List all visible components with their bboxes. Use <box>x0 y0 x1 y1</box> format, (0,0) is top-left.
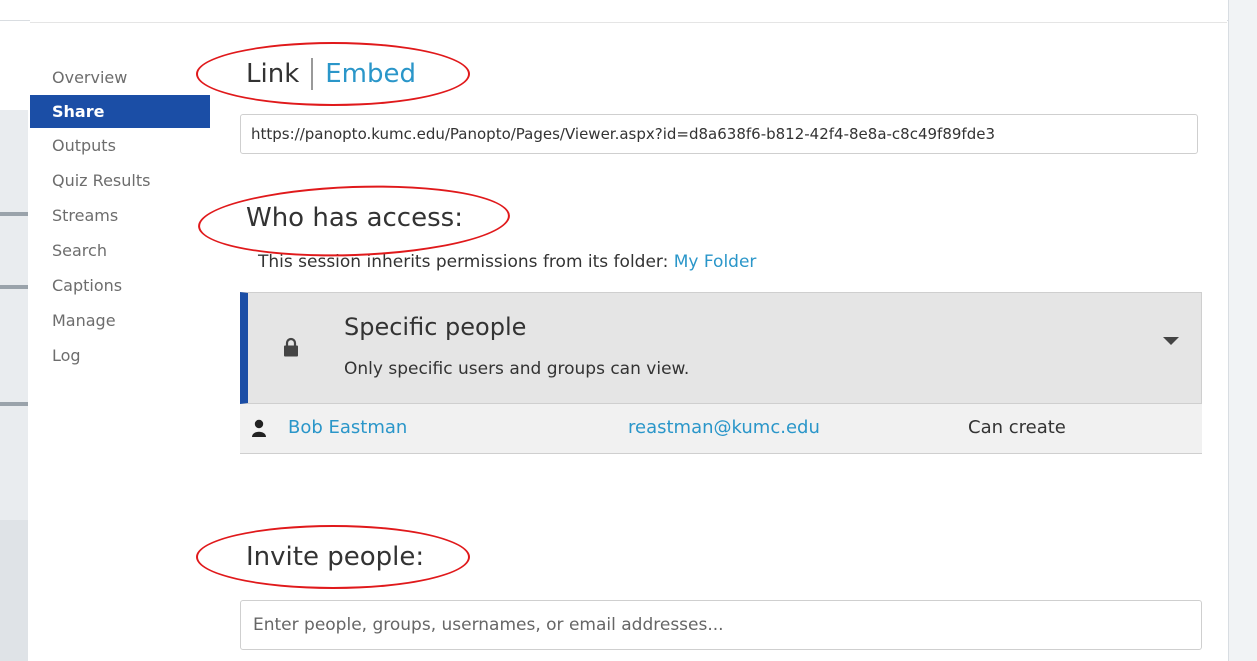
chevron-down-icon[interactable] <box>1163 337 1179 345</box>
user-email-link[interactable]: reastman@kumc.edu <box>628 417 820 438</box>
sidebar-item-streams[interactable]: Streams <box>30 198 210 233</box>
background-streak <box>0 402 28 406</box>
person-icon <box>252 419 266 437</box>
sidebar-item-outputs[interactable]: Outputs <box>30 128 210 163</box>
sidebar-item-quiz-results[interactable]: Quiz Results <box>30 163 210 198</box>
sidebar-item-manage[interactable]: Manage <box>30 303 210 338</box>
invite-people-input[interactable] <box>240 600 1202 650</box>
sidebar-item-captions[interactable]: Captions <box>30 268 210 303</box>
sidebar: Overview Share Outputs Quiz Results Stre… <box>30 60 210 373</box>
background-streak <box>0 212 28 216</box>
share-panel: Link Embed Who has access: This session … <box>240 50 1202 650</box>
sidebar-item-search[interactable]: Search <box>30 233 210 268</box>
dialog-header-strip <box>30 0 1227 23</box>
share-dialog: Overview Share Outputs Quiz Results Stre… <box>30 0 1227 661</box>
tab-embed[interactable]: Embed <box>313 59 416 89</box>
background-streak <box>0 285 28 289</box>
access-level-title: Specific people <box>344 313 527 341</box>
background-page-right <box>1228 0 1257 661</box>
access-level-dropdown[interactable]: Specific people Only specific users and … <box>240 292 1202 404</box>
sidebar-item-log[interactable]: Log <box>30 338 210 373</box>
user-role: Can create <box>968 417 1066 438</box>
sidebar-item-overview[interactable]: Overview <box>30 60 210 95</box>
folder-link[interactable]: My Folder <box>674 252 757 272</box>
inherit-permissions-text: This session inherits permissions from i… <box>258 252 756 272</box>
share-tabs: Link Embed <box>240 50 1200 98</box>
sidebar-item-share[interactable]: Share <box>30 95 210 128</box>
tab-link[interactable]: Link <box>240 59 311 89</box>
inherit-label: This session inherits permissions from i… <box>258 252 674 272</box>
lock-icon <box>284 337 298 357</box>
table-row: Bob Eastman reastman@kumc.edu Can create <box>240 404 1202 454</box>
user-name-link[interactable]: Bob Eastman <box>288 417 407 438</box>
access-level-description: Only specific users and groups can view. <box>344 359 690 379</box>
background-page-left <box>0 0 28 661</box>
share-url-field[interactable] <box>240 114 1198 154</box>
access-heading: Who has access: <box>246 203 463 233</box>
invite-heading: Invite people: <box>246 542 425 572</box>
